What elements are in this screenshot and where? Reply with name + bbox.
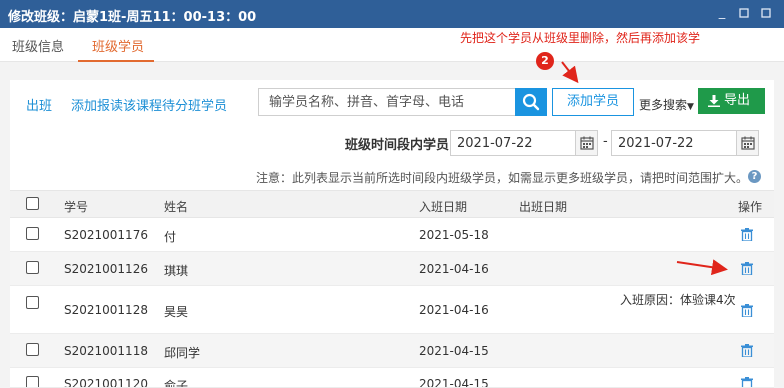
- annotation-instruction: 先把这个学员从班级里删除，然后再添加该学: [460, 31, 701, 45]
- row-checkbox[interactable]: [26, 296, 39, 309]
- leave-class-link[interactable]: 出班: [26, 95, 52, 114]
- student-id: S2021001120: [64, 377, 148, 388]
- table-row: S2021001118 邱同学 2021-04-15: [10, 334, 774, 368]
- join-reason-note: 入班原因：体验课4次: [620, 293, 736, 307]
- caret-down-icon: ▼: [687, 102, 694, 112]
- restore-icon[interactable]: [736, 4, 752, 22]
- search-button[interactable]: [515, 88, 547, 116]
- close-icon[interactable]: [758, 4, 774, 22]
- help-icon[interactable]: ?: [748, 170, 761, 183]
- column-header-name: 姓名: [164, 200, 189, 214]
- student-id: S2021001126: [64, 262, 148, 276]
- start-date-value: 2021-07-22: [457, 136, 533, 151]
- table-header: 学号 姓名 入班日期 出班日期 操作: [10, 190, 774, 218]
- join-date: 2021-04-16: [419, 262, 489, 276]
- minimize-icon[interactable]: _: [714, 4, 730, 22]
- student-id: S2021001176: [64, 228, 148, 242]
- more-search-dropdown[interactable]: 更多搜索▼: [639, 96, 694, 113]
- row-checkbox[interactable]: [26, 261, 39, 274]
- date-range-label: 班级时间段内学员: [345, 138, 450, 153]
- table-row: S2021001176 付 2021-05-18: [10, 218, 774, 252]
- student-name: 邱同学: [164, 346, 201, 360]
- search-icon: [522, 93, 540, 111]
- annotation-badge-2: 2: [536, 52, 554, 70]
- row-checkbox[interactable]: [26, 376, 39, 387]
- export-label: 导出: [724, 93, 751, 108]
- column-header-action: 操作: [738, 200, 763, 214]
- join-date: 2021-04-15: [419, 344, 489, 358]
- tab-class-info[interactable]: 班级信息: [12, 36, 64, 55]
- delete-icon[interactable]: [741, 228, 753, 245]
- delete-icon[interactable]: [741, 377, 753, 387]
- delete-icon[interactable]: [741, 304, 753, 321]
- add-pending-students-link[interactable]: 添加报读该课程待分班学员: [71, 95, 227, 114]
- column-header-id: 学号: [64, 200, 89, 214]
- more-search-label: 更多搜索: [639, 98, 688, 112]
- delete-icon[interactable]: [741, 262, 753, 279]
- calendar-icon[interactable]: [575, 131, 597, 155]
- row-checkbox[interactable]: [26, 343, 39, 356]
- join-date: 2021-05-18: [419, 228, 489, 242]
- download-icon: [708, 95, 720, 107]
- notice-text: 注意：此列表显示当前所选时间段内班级学员，如需显示更多班级学员，请把时间范围扩大…: [256, 171, 749, 185]
- join-date: 2021-04-15: [419, 377, 489, 388]
- table-row: S2021001126 琪琪 2021-04-16: [10, 252, 774, 286]
- start-date-input[interactable]: 2021-07-22: [450, 130, 598, 156]
- table-row: S2021001128 昊昊 2021-04-16 入班原因：体验课4次: [10, 286, 774, 334]
- end-date-input[interactable]: 2021-07-22: [611, 130, 759, 156]
- student-name: 俞子: [164, 379, 189, 388]
- column-header-join-date: 入班日期: [419, 200, 468, 214]
- delete-icon[interactable]: [741, 344, 753, 361]
- end-date-value: 2021-07-22: [618, 136, 694, 151]
- join-date: 2021-04-16: [419, 303, 489, 317]
- row-checkbox[interactable]: [26, 227, 39, 240]
- student-id: S2021001128: [64, 303, 148, 317]
- column-header-leave-date: 出班日期: [519, 200, 568, 214]
- student-name: 付: [164, 230, 177, 244]
- student-search-input[interactable]: [258, 88, 516, 116]
- student-name: 昊昊: [164, 305, 189, 319]
- tab-class-students[interactable]: 班级学员: [92, 36, 144, 55]
- add-student-button[interactable]: 添加学员: [552, 88, 634, 116]
- export-button[interactable]: 导出: [698, 88, 765, 114]
- calendar-icon[interactable]: [736, 131, 758, 155]
- table-row: S2021001120 俞子 2021-04-15: [10, 368, 774, 388]
- student-name: 琪琪: [164, 264, 189, 278]
- student-id: S2021001118: [64, 344, 148, 358]
- date-range-separator: -: [603, 134, 608, 149]
- select-all-checkbox[interactable]: [26, 197, 39, 210]
- window-titlebar: 修改班级：启蒙1班-周五11：00-13：00 _: [0, 0, 784, 28]
- window-title: 修改班级：启蒙1班-周五11：00-13：00: [8, 10, 257, 25]
